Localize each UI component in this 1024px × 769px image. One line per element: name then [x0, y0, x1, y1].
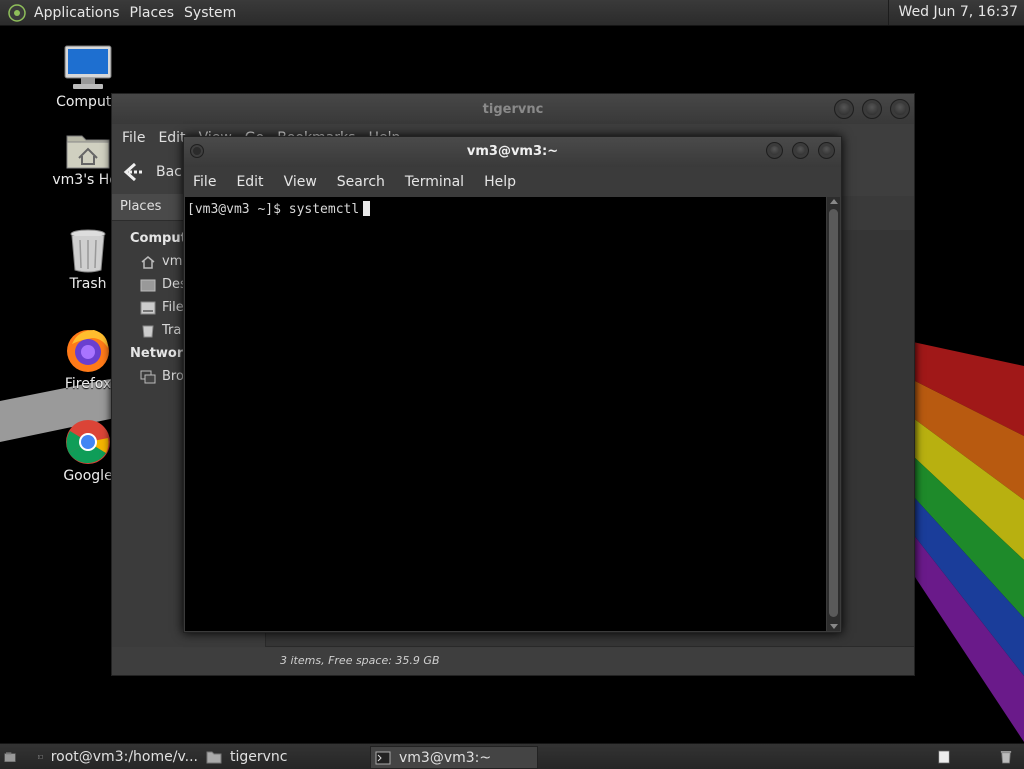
window-title: tigervnc — [482, 102, 544, 117]
firefox-icon — [67, 330, 109, 372]
clock[interactable]: Wed Jun 7, 16:37 — [887, 0, 1024, 25]
taskbar-item-tigervnc[interactable]: tigervnc — [206, 746, 356, 767]
top-panel: Applications Places System Wed Jun 7, 16… — [0, 0, 1024, 26]
menu-view[interactable]: View — [284, 174, 317, 190]
taskbar-item-label: root@vm3:/home/v... — [50, 748, 198, 765]
terminal-icon — [38, 754, 43, 759]
desktop-folder-icon — [140, 279, 156, 291]
workspace-icon — [938, 750, 950, 763]
trash-applet[interactable] — [1000, 746, 1020, 767]
trash-icon — [70, 229, 106, 273]
trash-icon — [142, 325, 154, 337]
minimize-button[interactable] — [766, 142, 783, 159]
menu-file[interactable]: File — [193, 174, 216, 190]
sidebar-item-label: File — [162, 300, 184, 315]
close-button[interactable] — [890, 99, 910, 119]
taskbar-item-label: tigervnc — [230, 748, 288, 765]
gnome-foot-icon[interactable] — [8, 3, 26, 22]
menu-terminal[interactable]: Terminal — [405, 174, 464, 190]
maximize-button[interactable] — [792, 142, 809, 159]
prompt-text: [vm3@vm3 ~]$ systemctl — [187, 202, 360, 217]
status-text: 3 items, Free space: 35.9 GB — [280, 654, 440, 667]
computer-icon — [64, 45, 112, 89]
chrome-icon — [66, 420, 110, 464]
places-menu[interactable]: Places — [128, 5, 183, 21]
maximize-button[interactable] — [862, 99, 882, 119]
terminal-prompt-line: [vm3@vm3 ~]$ systemctl — [187, 201, 371, 217]
bottom-panel: root@vm3:/home/v... tigervnc vm3@vm3:~ — [0, 743, 1024, 769]
network-icon — [140, 370, 156, 383]
close-button[interactable] — [818, 142, 835, 159]
taskbar-item-label: vm3@vm3:~ — [399, 749, 492, 766]
scroll-up-arrow-icon[interactable] — [830, 199, 838, 204]
menu-search[interactable]: Search — [337, 174, 385, 190]
terminal-menubar: File Edit View Search Terminal Help — [184, 167, 841, 197]
sidebar-item-label: Bro — [162, 369, 184, 384]
window-title: vm3@vm3:~ — [466, 144, 559, 159]
folder-icon — [206, 751, 222, 763]
home-folder-icon — [66, 135, 110, 169]
show-desktop-button[interactable] — [4, 746, 24, 767]
sidebar-item-label: Tra — [162, 323, 182, 338]
file-manager-titlebar[interactable]: tigervnc — [112, 94, 914, 124]
workspace-switcher[interactable] — [938, 746, 958, 767]
menu-edit[interactable]: Edit — [236, 174, 263, 190]
status-bar: 3 items, Free space: 35.9 GB — [266, 646, 914, 675]
trash-icon — [1000, 750, 1012, 763]
terminal-titlebar[interactable]: vm3@vm3:~ — [184, 137, 841, 167]
show-desktop-icon — [4, 751, 16, 762]
terminal-output[interactable]: [vm3@vm3 ~]$ systemctl — [185, 197, 826, 631]
menu-edit[interactable]: Edit — [158, 130, 185, 146]
system-menu[interactable]: System — [182, 5, 244, 21]
applications-menu[interactable]: Applications — [32, 5, 128, 21]
terminal-icon — [375, 751, 391, 764]
terminal-scrollbar[interactable] — [827, 197, 840, 631]
minimize-button[interactable] — [834, 99, 854, 119]
menu-file[interactable]: File — [122, 130, 145, 146]
drive-icon — [140, 301, 156, 314]
taskbar-item-root-terminal[interactable]: root@vm3:/home/v... — [38, 746, 198, 767]
back-arrow-icon — [123, 162, 143, 182]
menu-help[interactable]: Help — [484, 174, 516, 190]
back-button[interactable]: Back — [122, 161, 190, 183]
text-cursor — [363, 201, 371, 216]
terminal-window: vm3@vm3:~ File Edit View Search Terminal… — [183, 136, 842, 633]
scroll-down-arrow-icon[interactable] — [830, 624, 838, 629]
taskbar-item-vm3-terminal[interactable]: vm3@vm3:~ — [370, 746, 538, 769]
home-icon — [141, 255, 155, 269]
scrollbar-thumb[interactable] — [829, 209, 838, 617]
